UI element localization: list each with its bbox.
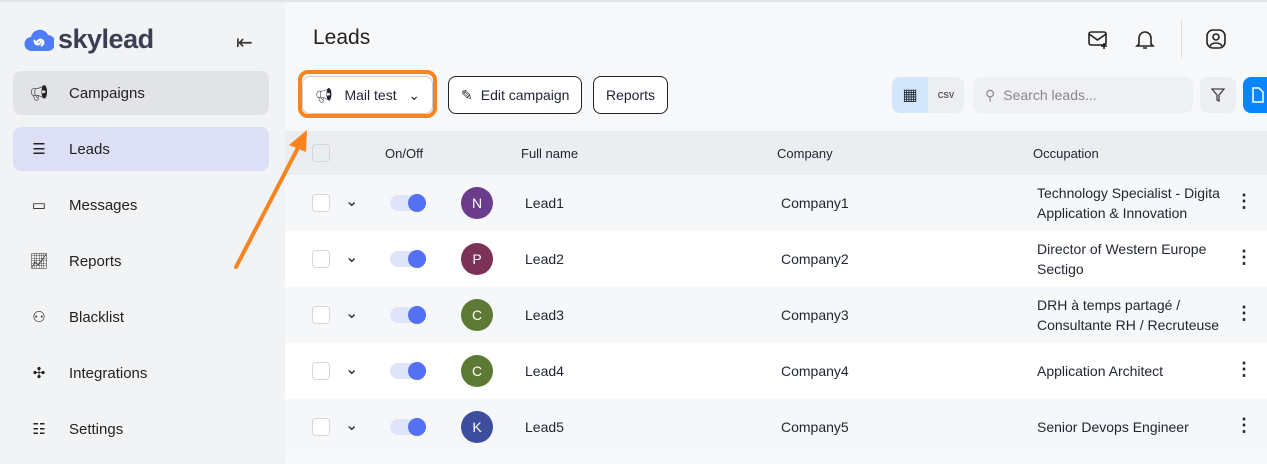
annotation-arrow [234, 130, 307, 269]
